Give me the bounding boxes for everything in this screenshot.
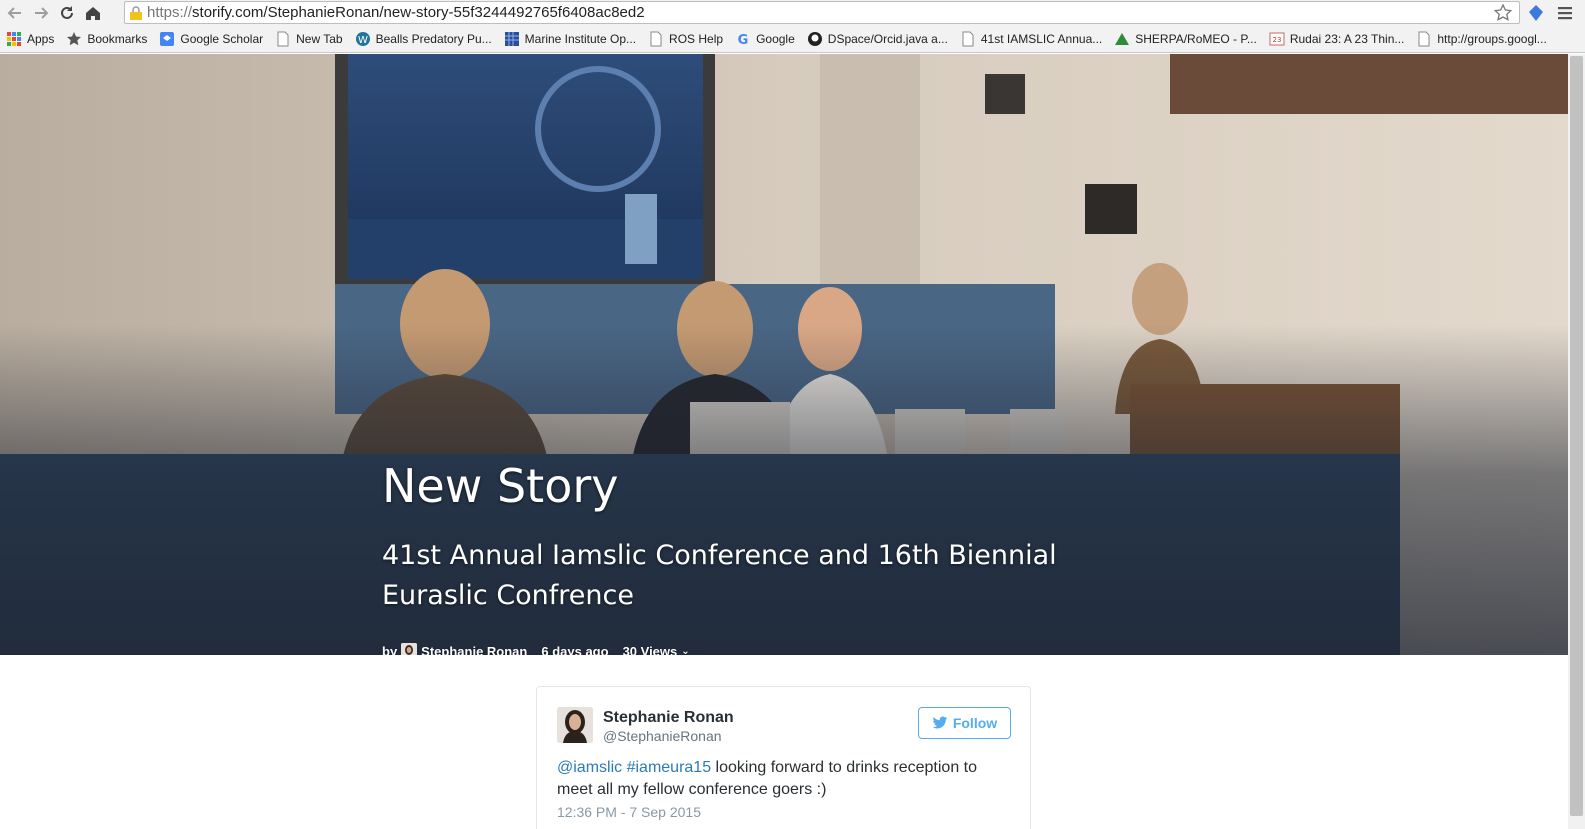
tweet-card: Stephanie Ronan @StephanieRonan Follow @… bbox=[536, 686, 1031, 829]
author-avatar[interactable] bbox=[401, 643, 418, 655]
tweet-avatar[interactable] bbox=[557, 707, 593, 743]
bookmark-item[interactable]: W Bealls Predatory Pu... bbox=[355, 31, 492, 47]
forward-icon[interactable] bbox=[30, 2, 52, 24]
bookmark-star-icon[interactable] bbox=[1493, 3, 1513, 23]
bookmark-label: Google bbox=[756, 32, 795, 46]
page-icon bbox=[275, 31, 291, 47]
bookmarks-bar: Apps Bookmarks Google Scholar New Tab W Beall… bbox=[0, 26, 1585, 53]
follow-label: Follow bbox=[952, 715, 998, 731]
story-hero: New Story 41st Annual Iamslic Conference… bbox=[0, 54, 1568, 655]
bookmark-item[interactable]: Marine Institute Op... bbox=[504, 31, 636, 47]
page-icon bbox=[648, 31, 664, 47]
svg-text:23: 23 bbox=[1272, 36, 1281, 44]
bookmark-item[interactable]: New Tab bbox=[275, 31, 343, 47]
author-link[interactable]: Stephanie Ronan bbox=[421, 644, 527, 656]
bookmark-label: New Tab bbox=[296, 32, 343, 46]
sherpa-icon bbox=[1114, 31, 1130, 47]
bookmark-item[interactable]: http://groups.googl... bbox=[1416, 31, 1547, 47]
bookmark-label: Bookmarks bbox=[87, 32, 148, 46]
bookmark-label: ROS Help bbox=[669, 32, 724, 46]
bookmark-item[interactable]: DSpace/Orcid.java a... bbox=[807, 31, 948, 47]
views-dropdown[interactable]: 30 Views bbox=[623, 644, 678, 656]
bookmark-item[interactable]: SHERPA/RoMEO - P... bbox=[1114, 31, 1257, 47]
bookmark-label: 41st IAMSLIC Annua... bbox=[980, 32, 1103, 46]
apps-grid-icon bbox=[6, 31, 22, 47]
bookmark-label: Bealls Predatory Pu... bbox=[375, 32, 492, 46]
home-icon[interactable] bbox=[82, 2, 104, 24]
rudai-icon: 23 bbox=[1269, 31, 1285, 47]
tweet-timestamp[interactable]: 12:36 PM - 7 Sep 2015 bbox=[557, 804, 701, 820]
bookmark-label: DSpace/Orcid.java a... bbox=[827, 32, 948, 46]
lock-warning-icon bbox=[130, 5, 142, 20]
page-icon bbox=[1416, 31, 1432, 47]
story-title: New Story bbox=[382, 459, 619, 513]
svg-text:W: W bbox=[358, 35, 368, 46]
bookmark-label: SHERPA/RoMEO - P... bbox=[1135, 32, 1257, 46]
grid-icon bbox=[504, 31, 520, 47]
google-icon: G bbox=[735, 31, 751, 47]
bookmark-label: Rudai 23: A 23 Thin... bbox=[1289, 32, 1405, 46]
time-ago: 6 days ago bbox=[541, 643, 609, 656]
follow-button[interactable]: Follow bbox=[918, 707, 1011, 739]
wordpress-icon: W bbox=[355, 31, 371, 47]
bookmark-label: Marine Institute Op... bbox=[524, 32, 637, 46]
hashtag-link[interactable]: #iameura15 bbox=[627, 759, 712, 776]
bookmark-item[interactable]: 41st IAMSLIC Annua... bbox=[960, 31, 1102, 47]
page-icon bbox=[960, 31, 976, 47]
bookmark-label: http://groups.googl... bbox=[1437, 32, 1547, 46]
scholar-icon bbox=[159, 31, 175, 47]
twitter-bird-icon bbox=[932, 716, 948, 729]
extension-icon[interactable] bbox=[1526, 3, 1546, 23]
url-text: https://storify.com/StephanieRonan/new-s… bbox=[147, 4, 645, 21]
star-icon bbox=[66, 31, 82, 47]
bookmark-item[interactable]: Google Scholar bbox=[159, 31, 263, 47]
browser-toolbar: https://storify.com/StephanieRonan/new-s… bbox=[0, 0, 1585, 26]
tweet-author-handle[interactable]: @StephanieRonan bbox=[603, 728, 722, 744]
bookmark-label: Google Scholar bbox=[180, 32, 264, 46]
bookmark-item[interactable]: 23 Rudai 23: A 23 Thin... bbox=[1269, 31, 1405, 47]
reload-icon[interactable] bbox=[56, 2, 78, 24]
chevron-down-icon[interactable]: ⌄ bbox=[681, 646, 689, 656]
bookmark-item[interactable]: Apps bbox=[6, 31, 54, 47]
bookmark-item[interactable]: ROS Help bbox=[648, 31, 723, 47]
story-subtitle: 41st Annual Iamslic Conference and 16th … bbox=[382, 540, 1057, 611]
mention-link[interactable]: @iamslic bbox=[557, 759, 622, 776]
menu-icon[interactable] bbox=[1556, 4, 1574, 22]
back-icon[interactable] bbox=[4, 2, 26, 24]
tweet-author-name[interactable]: Stephanie Ronan bbox=[603, 709, 734, 727]
scrollbar-thumb[interactable] bbox=[1570, 56, 1583, 816]
bookmark-item[interactable]: G Google bbox=[735, 31, 795, 47]
story-meta: by Stephanie Ronan 6 days ago 30 Views ⌄ bbox=[382, 643, 690, 655]
github-icon bbox=[807, 31, 823, 47]
bookmark-item[interactable]: Bookmarks bbox=[66, 31, 147, 47]
svg-text:G: G bbox=[738, 33, 749, 47]
by-label: by bbox=[382, 643, 398, 656]
tweet-text: @iamslic #iameura15 looking forward to d… bbox=[557, 757, 997, 801]
address-bar[interactable]: https://storify.com/StephanieRonan/new-s… bbox=[124, 1, 1520, 24]
bookmark-label: Apps bbox=[27, 32, 55, 46]
